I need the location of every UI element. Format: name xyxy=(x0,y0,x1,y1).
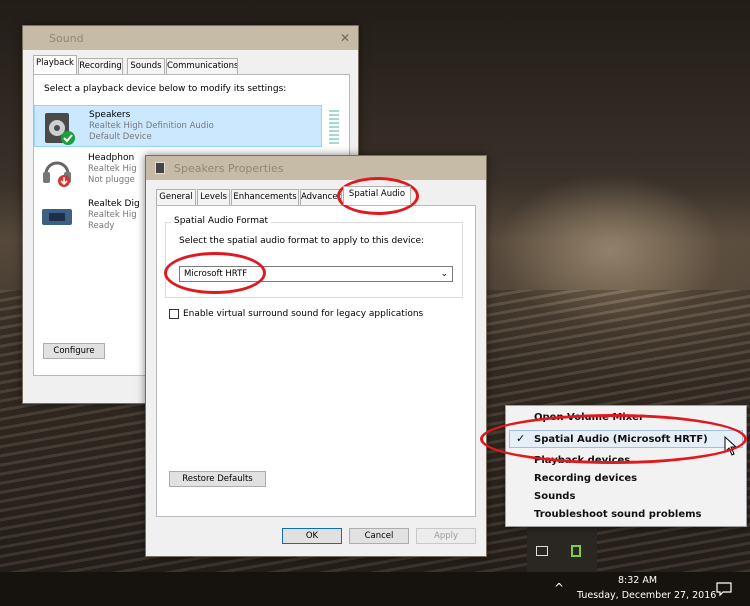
menu-item-recording-devices[interactable]: Recording devices xyxy=(534,473,637,484)
spatial-format-group xyxy=(165,222,463,298)
group-label: Spatial Audio Format xyxy=(171,216,272,226)
speakers-properties-window: Speakers Properties General Levels Enhan… xyxy=(145,155,487,557)
taskbar: ^ 8:32 AM Tuesday, December 27, 2016 xyxy=(0,572,750,606)
checkbox-label: Enable virtual surround sound for legacy… xyxy=(183,309,424,319)
clock-time[interactable]: 8:32 AM xyxy=(618,575,657,586)
tab-advanced[interactable]: Advanced xyxy=(300,189,342,205)
show-hidden-icons-chevron[interactable]: ^ xyxy=(554,581,564,595)
spatial-audio-panel: Spatial Audio Format Select the spatial … xyxy=(156,205,476,517)
device-row-speakers[interactable]: Speakers Realtek High Definition Audio D… xyxy=(34,105,339,147)
device-name: Headphon xyxy=(88,153,135,163)
menu-item-sounds[interactable]: Sounds xyxy=(534,491,575,502)
virtual-surround-checkbox[interactable] xyxy=(169,309,179,319)
device-status: Default Device xyxy=(89,132,152,142)
apply-button[interactable]: Apply xyxy=(416,528,476,544)
tray-overflow xyxy=(527,522,597,572)
monitor-icon[interactable] xyxy=(536,546,548,556)
props-titlebar[interactable]: Speakers Properties xyxy=(146,156,486,180)
device-driver: Realtek Hig xyxy=(88,164,137,174)
spatial-format-select[interactable]: Microsoft HRTF ⌄ xyxy=(179,266,453,282)
speaker-icon xyxy=(45,113,75,145)
checkmark-icon: ✓ xyxy=(516,432,526,445)
ok-button[interactable]: OK xyxy=(282,528,342,544)
device-name: Realtek Dig xyxy=(88,199,140,209)
volume-meter xyxy=(329,110,339,144)
menu-item-playback-devices[interactable]: Playback devices xyxy=(534,455,630,466)
sound-context-menu: ✓ Open Volume Mixer Spatial Audio (Micro… xyxy=(505,405,747,527)
notification-icon[interactable] xyxy=(716,581,732,597)
tab-sounds[interactable]: Sounds xyxy=(127,58,165,74)
menu-item-volume-mixer[interactable]: Open Volume Mixer xyxy=(534,412,644,423)
tab-general[interactable]: General xyxy=(156,189,196,205)
cancel-button[interactable]: Cancel xyxy=(349,528,409,544)
device-status: Ready xyxy=(88,221,115,231)
chevron-down-icon: ⌄ xyxy=(440,269,448,279)
tab-levels[interactable]: Levels xyxy=(197,189,230,205)
headphones-icon xyxy=(43,161,71,187)
sound-titlebar[interactable]: Sound ✕ xyxy=(23,26,358,50)
tab-playback[interactable]: Playback xyxy=(33,55,77,74)
menu-item-spatial-audio[interactable]: Spatial Audio (Microsoft HRTF) xyxy=(534,434,708,445)
restore-defaults-button[interactable]: Restore Defaults xyxy=(169,471,266,487)
clock-date[interactable]: Tuesday, December 27, 2016 xyxy=(577,590,716,601)
menu-item-troubleshoot[interactable]: Troubleshoot sound problems xyxy=(534,509,702,520)
tab-recording[interactable]: Recording xyxy=(78,58,123,74)
tab-enhancements[interactable]: Enhancements xyxy=(231,189,299,205)
device-driver: Realtek High Definition Audio xyxy=(89,121,214,131)
tab-communications[interactable]: Communications xyxy=(166,58,238,74)
sound-title: Sound xyxy=(49,32,84,45)
select-value: Microsoft HRTF xyxy=(184,269,248,279)
group-instruction: Select the spatial audio format to apply… xyxy=(179,236,425,246)
props-title: Speakers Properties xyxy=(174,162,284,175)
close-icon[interactable]: ✕ xyxy=(340,31,350,45)
playback-instruction: Select a playback device below to modify… xyxy=(44,84,287,94)
tab-spatial-audio[interactable]: Spatial Audio xyxy=(343,186,411,205)
mouse-cursor-icon xyxy=(724,436,738,456)
digital-output-icon xyxy=(42,209,72,225)
device-status: Not plugge xyxy=(88,175,135,185)
speaker-small-icon xyxy=(155,162,165,174)
configure-button[interactable]: Configure xyxy=(43,343,105,359)
app-tray-icon[interactable] xyxy=(571,545,581,557)
device-name: Speakers xyxy=(89,110,131,120)
device-driver: Realtek Hig xyxy=(88,210,137,220)
